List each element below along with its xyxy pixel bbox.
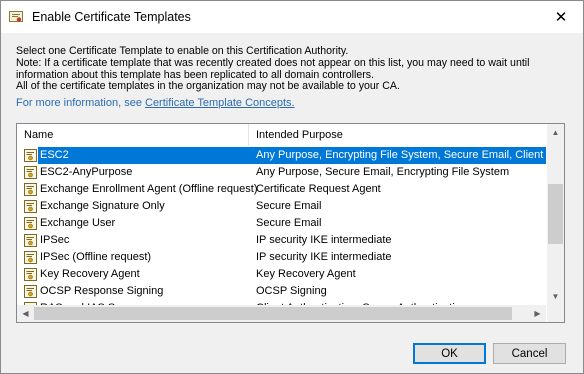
template-name: Exchange User bbox=[40, 217, 116, 229]
selection-highlight bbox=[38, 147, 249, 164]
certificate-template-icon bbox=[24, 234, 37, 247]
list-rows: ESC2 Any Purpose, Encrypting File System,… bbox=[17, 147, 546, 305]
horizontal-scrollbar[interactable]: ◀ ▶ bbox=[17, 305, 546, 322]
intended-purpose: IP security IKE intermediate bbox=[256, 234, 392, 246]
list-header: Name Intended Purpose bbox=[17, 124, 546, 146]
more-info-prefix: For more information, see bbox=[16, 97, 145, 109]
list-item[interactable]: IPSec IP security IKE intermediate bbox=[17, 232, 546, 249]
description-line: All of the certificate templates in the … bbox=[16, 80, 400, 93]
window-title: Enable Certificate Templates bbox=[32, 10, 191, 24]
scroll-right-icon[interactable]: ▶ bbox=[529, 305, 546, 322]
scroll-left-icon[interactable]: ◀ bbox=[17, 305, 34, 322]
vertical-scrollbar[interactable]: ▲ ▼ bbox=[547, 124, 564, 305]
template-name: ESC2 bbox=[40, 149, 69, 161]
certificate-template-icon bbox=[24, 268, 37, 281]
scroll-up-icon[interactable]: ▲ bbox=[547, 124, 564, 141]
intended-purpose: Any Purpose, Encrypting File System, Sec… bbox=[256, 149, 546, 161]
list-item[interactable]: Exchange User Secure Email bbox=[17, 215, 546, 232]
column-header-name[interactable]: Name bbox=[17, 124, 249, 146]
certificate-template-icon bbox=[24, 149, 37, 162]
intended-purpose: Secure Email bbox=[256, 217, 322, 229]
list-item[interactable]: ESC2-AnyPurpose Any Purpose, Secure Email… bbox=[17, 164, 546, 181]
template-name: OCSP Response Signing bbox=[40, 285, 164, 297]
vertical-scroll-thumb[interactable] bbox=[548, 184, 563, 244]
intended-purpose: Key Recovery Agent bbox=[256, 268, 356, 280]
title-bar[interactable]: Enable Certificate Templates ✕ bbox=[1, 1, 583, 33]
more-info-text: For more information, see Certificate Te… bbox=[16, 97, 295, 109]
intended-purpose: Certificate Request Agent bbox=[256, 183, 381, 195]
certificate-template-icon bbox=[24, 251, 37, 264]
description-line: Note: If a certificate template that was… bbox=[16, 56, 530, 69]
dialog-window: Enable Certificate Templates ✕ Select on… bbox=[0, 0, 584, 374]
intended-purpose: OCSP Signing bbox=[256, 285, 327, 297]
template-name: IPSec (Offline request) bbox=[40, 251, 152, 263]
template-name: IPSec bbox=[40, 234, 70, 246]
description-text: Select one Certificate Template to enabl… bbox=[16, 45, 576, 93]
certificate-template-icon bbox=[24, 166, 37, 179]
scrollbar-corner bbox=[547, 305, 564, 322]
intended-purpose: Any Purpose, Secure Email, Encrypting Fi… bbox=[256, 166, 510, 178]
cancel-button[interactable]: Cancel bbox=[493, 343, 566, 364]
template-name: Key Recovery Agent bbox=[40, 268, 140, 280]
horizontal-scroll-thumb[interactable] bbox=[34, 307, 512, 320]
certificate-templates-list[interactable]: Name Intended Purpose ESC2 Any Purpose, E… bbox=[16, 123, 565, 323]
template-name: Exchange Enrollment Agent (Offline reque… bbox=[40, 183, 258, 195]
certificate-app-icon bbox=[9, 11, 23, 22]
certificate-template-icon bbox=[24, 200, 37, 213]
scroll-down-icon[interactable]: ▼ bbox=[547, 288, 564, 305]
intended-purpose: IP security IKE intermediate bbox=[256, 251, 392, 263]
template-name: ESC2-AnyPurpose bbox=[40, 166, 133, 178]
certificate-template-concepts-link[interactable]: Certificate Template Concepts. bbox=[145, 97, 295, 109]
intended-purpose: Secure Email bbox=[256, 200, 322, 212]
list-item[interactable]: OCSP Response Signing OCSP Signing bbox=[17, 283, 546, 300]
list-item[interactable]: IPSec (Offline request) IP security IKE i… bbox=[17, 249, 546, 266]
certificate-template-icon bbox=[24, 183, 37, 196]
close-icon[interactable]: ✕ bbox=[539, 1, 583, 33]
list-item[interactable]: ESC2 Any Purpose, Encrypting File System,… bbox=[17, 147, 546, 164]
certificate-template-icon bbox=[24, 217, 37, 230]
list-item[interactable]: Key Recovery Agent Key Recovery Agent bbox=[17, 266, 546, 283]
ok-button[interactable]: OK bbox=[413, 343, 486, 364]
certificate-template-icon bbox=[24, 285, 37, 298]
list-item[interactable]: Exchange Signature Only Secure Email bbox=[17, 198, 546, 215]
column-header-intended-purpose[interactable]: Intended Purpose bbox=[250, 124, 546, 146]
template-name: Exchange Signature Only bbox=[40, 200, 165, 212]
list-item[interactable]: Exchange Enrollment Agent (Offline reque… bbox=[17, 181, 546, 198]
